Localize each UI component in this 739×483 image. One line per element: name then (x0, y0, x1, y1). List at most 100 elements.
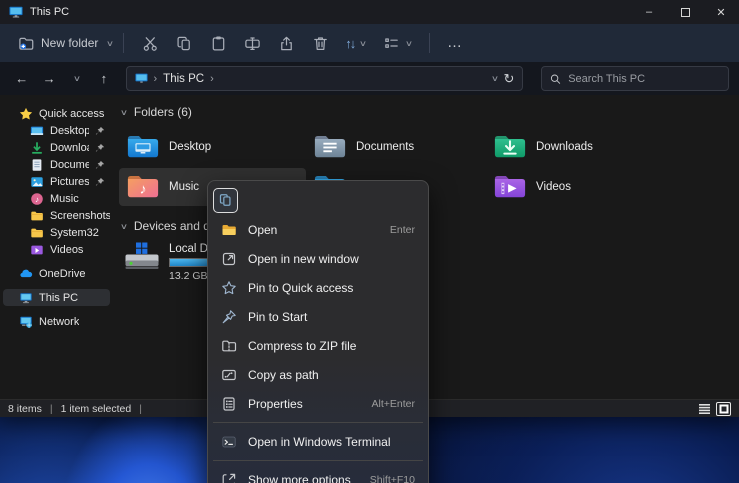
sort-button[interactable]: ↑↓ ∨ (338, 29, 373, 57)
command-toolbar: New folder ∨ ↑↓ ∨ ∨ … (0, 24, 739, 62)
address-bar[interactable]: › This PC › ∨ ↻ (126, 66, 524, 91)
title-bar[interactable]: This PC – ✕ (0, 0, 739, 24)
toolbar-divider (123, 33, 124, 53)
up-button[interactable]: ↑ (92, 67, 115, 91)
menu-item-label: Copy as path (248, 368, 404, 382)
onedrive-icon (19, 267, 33, 281)
maximize-button[interactable] (667, 0, 703, 24)
folder-tile-desktop[interactable]: Desktop (119, 128, 306, 166)
new-folder-button[interactable]: New folder (10, 29, 105, 57)
folders-section-header[interactable]: ∨ Folders (6) (119, 105, 739, 119)
pin-quick-access-icon (221, 280, 237, 296)
videos-folder-icon (493, 173, 527, 201)
copy-as-path-icon (221, 367, 237, 383)
menu-item-label: Pin to Quick access (248, 281, 404, 295)
paste-icon (209, 34, 227, 52)
breadcrumb-separator: › (210, 73, 214, 85)
large-icons-view-button[interactable] (716, 402, 731, 416)
menu-item-show-more-options[interactable]: Show more options Shift+F10 (212, 465, 424, 483)
recent-locations-button[interactable]: ∨ (65, 67, 88, 91)
sidebar-item-onedrive[interactable]: OneDrive (3, 265, 110, 282)
sidebar-item-label: OneDrive (39, 268, 85, 280)
show-more-options-icon (221, 472, 237, 483)
rename-button[interactable] (236, 29, 268, 57)
more-icon: … (447, 39, 463, 47)
item-count: 8 items (8, 403, 42, 415)
sidebar-item-label: This PC (39, 292, 78, 304)
pin-icon (95, 160, 105, 170)
menu-item-compress-to-zip[interactable]: Compress to ZIP file (212, 331, 424, 360)
toolbar-divider (429, 33, 430, 53)
breadcrumb-this-pc[interactable]: This PC (163, 73, 204, 85)
new-folder-label: New folder (41, 36, 98, 50)
copy-icon (219, 193, 233, 207)
desktop-screen: This PC – ✕ New folder ∨ (0, 0, 739, 483)
menu-item-open[interactable]: Open Enter (212, 215, 424, 244)
share-icon (277, 34, 295, 52)
sidebar-item-this-pc[interactable]: This PC (3, 289, 110, 306)
details-view-button[interactable] (697, 402, 712, 416)
close-button[interactable]: ✕ (703, 0, 739, 24)
folder-tile-label: Documents (356, 141, 414, 153)
more-options-button[interactable]: … (440, 29, 470, 57)
this-pc-icon (19, 291, 33, 305)
folder-tile-videos[interactable]: Videos (486, 168, 706, 206)
sidebar-item-pictures[interactable]: Pictures (3, 173, 110, 190)
menu-separator (213, 460, 423, 461)
folder-tile-documents[interactable]: Documents (306, 128, 486, 166)
open-new-window-icon (221, 251, 237, 267)
downloads-folder-icon (493, 133, 527, 161)
menu-item-pin-to-quick-access[interactable]: Pin to Quick access (212, 273, 424, 302)
context-menu-command-bar (212, 185, 424, 215)
sidebar-item-quick-access[interactable]: Quick access (3, 105, 110, 122)
forward-button[interactable]: → (37, 67, 60, 91)
delete-button[interactable] (304, 29, 336, 57)
search-icon (550, 73, 561, 85)
folder-tile-label: Desktop (169, 141, 211, 153)
menu-item-label: Compress to ZIP file (248, 339, 404, 353)
sidebar-item-label: Videos (50, 244, 83, 256)
search-box[interactable] (541, 66, 729, 91)
menu-item-copy-as-path[interactable]: Copy as path (212, 360, 424, 389)
cut-button[interactable] (134, 29, 166, 57)
back-icon: ← (15, 71, 28, 86)
sidebar-item-videos[interactable]: Videos (3, 241, 110, 258)
rename-icon (243, 34, 261, 52)
sidebar-item-network[interactable]: Network (3, 313, 110, 330)
menu-item-pin-to-start[interactable]: Pin to Start (212, 302, 424, 331)
share-button[interactable] (270, 29, 302, 57)
new-folder-chevron-icon[interactable]: ∨ (106, 39, 114, 48)
videos-icon (30, 243, 44, 257)
back-button[interactable]: ← (10, 67, 33, 91)
copy-command-button[interactable] (213, 188, 238, 213)
sidebar-item-documents[interactable]: Documents (3, 156, 110, 173)
sidebar-item-system32[interactable]: System32 (3, 224, 110, 241)
this-pc-icon (135, 73, 148, 84)
refresh-icon[interactable]: ↻ (504, 71, 515, 87)
pin-icon (95, 126, 105, 136)
folder-tile-downloads[interactable]: Downloads (486, 128, 706, 166)
paste-button[interactable] (202, 29, 234, 57)
search-input[interactable] (568, 73, 720, 85)
sidebar-item-downloads[interactable]: Downloads (3, 139, 110, 156)
sidebar-item-screenshots[interactable]: Screenshots (3, 207, 110, 224)
navigation-bar: ← → ∨ ↑ › This PC › ∨ ↻ (0, 62, 739, 95)
pictures-icon (30, 175, 44, 189)
cut-icon (141, 34, 159, 52)
sidebar-item-music[interactable]: ♪ Music (3, 190, 110, 207)
minimize-button[interactable]: – (631, 0, 667, 24)
menu-item-shortcut: Shift+F10 (370, 474, 415, 483)
menu-item-label: Properties (248, 397, 361, 411)
address-dropdown-icon[interactable]: ∨ (491, 74, 499, 83)
desktop-icon (30, 124, 44, 138)
sidebar-item-desktop[interactable]: Desktop (3, 122, 110, 139)
view-button[interactable]: ∨ (375, 29, 419, 57)
forward-icon: → (43, 71, 56, 86)
menu-item-properties[interactable]: Properties Alt+Enter (212, 389, 424, 418)
menu-item-open-in-new-window[interactable]: Open in new window (212, 244, 424, 273)
recent-chevron-icon: ∨ (72, 74, 80, 83)
menu-item-open-in-windows-terminal[interactable]: Open in Windows Terminal (212, 427, 424, 456)
star-icon (19, 107, 33, 121)
properties-icon (221, 396, 237, 412)
copy-button[interactable] (168, 29, 200, 57)
